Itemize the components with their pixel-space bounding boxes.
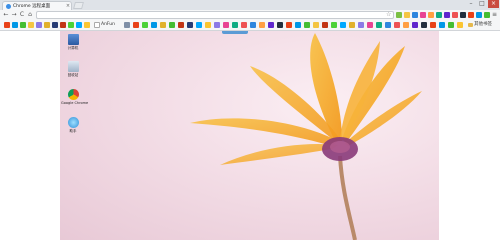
- bookmark-icon[interactable]: [412, 22, 418, 28]
- bookmark-icon[interactable]: [349, 22, 355, 28]
- app-icon: [67, 117, 79, 128]
- bookmark-icon[interactable]: [169, 22, 175, 28]
- extension-icon[interactable]: [412, 12, 418, 18]
- extension-icon[interactable]: [396, 12, 402, 18]
- forward-button[interactable]: →: [10, 11, 18, 19]
- tab-title: Chrome 远程桌面: [13, 4, 51, 9]
- bookmark-icon[interactable]: [28, 22, 34, 28]
- bookmark-icon[interactable]: [4, 22, 10, 28]
- bookmark-icon[interactable]: [286, 22, 292, 28]
- bookmark-icon[interactable]: [44, 22, 50, 28]
- bookmark-icon[interactable]: [394, 22, 400, 28]
- bookmark-icon[interactable]: [403, 22, 409, 28]
- bookmark-icon[interactable]: [421, 22, 427, 28]
- bookmark-icon[interactable]: [457, 22, 463, 28]
- desktop-icon-computer[interactable]: 计算机: [61, 34, 85, 51]
- extension-icon[interactable]: [460, 12, 466, 18]
- minimize-button[interactable]: –: [466, 0, 476, 8]
- bookmark-icon[interactable]: [295, 22, 301, 28]
- bookmark-icon[interactable]: [160, 22, 166, 28]
- bookmark-icon[interactable]: [232, 22, 238, 28]
- bookmark-icon[interactable]: [367, 22, 373, 28]
- bookmark-icon[interactable]: [304, 22, 310, 28]
- extension-icon[interactable]: [420, 12, 426, 18]
- back-button[interactable]: ←: [2, 11, 10, 19]
- desktop-icon-label: 回收站: [67, 73, 79, 77]
- bookmark-icon[interactable]: [151, 22, 157, 28]
- recycle-bin-icon: [67, 61, 79, 72]
- chrome-menu-icon[interactable]: ≡: [492, 11, 497, 19]
- bookmark-icon[interactable]: [268, 22, 274, 28]
- home-button[interactable]: ⌂: [26, 11, 34, 19]
- bookmark-icon[interactable]: [277, 22, 283, 28]
- desktop-icon-label: 助手: [69, 129, 77, 133]
- browser-tab[interactable]: Chrome 远程桌面 ×: [2, 1, 72, 10]
- extension-icon[interactable]: [444, 12, 450, 18]
- bookmark-icon[interactable]: [376, 22, 382, 28]
- desktop-icon-app[interactable]: 助手: [61, 117, 85, 134]
- bookmark-icon[interactable]: [52, 22, 58, 28]
- bookmark-anfun[interactable]: AnFun: [101, 21, 115, 29]
- desktop-icon-label: 计算机: [67, 46, 79, 50]
- bookmark-icon[interactable]: [68, 22, 74, 28]
- bookmark-icon[interactable]: [241, 22, 247, 28]
- extension-icon[interactable]: [452, 12, 458, 18]
- bookmark-icon[interactable]: [133, 22, 139, 28]
- bookmark-icon[interactable]: [60, 22, 66, 28]
- remote-desktop-view[interactable]: 计算机 回收站 Google Chrome 助手: [60, 31, 439, 240]
- extension-icon[interactable]: [476, 12, 482, 18]
- bookmark-icon[interactable]: [214, 22, 220, 28]
- desktop-icon-label: Google Chrome: [61, 101, 89, 105]
- page-icon[interactable]: [94, 22, 100, 28]
- extension-icon[interactable]: [428, 12, 434, 18]
- bookmark-icon[interactable]: [36, 22, 42, 28]
- address-bar[interactable]: [36, 11, 394, 19]
- bookmark-icon[interactable]: [84, 22, 90, 28]
- bookmark-icon[interactable]: [178, 22, 184, 28]
- bookmark-icon[interactable]: [205, 22, 211, 28]
- bookmark-icon[interactable]: [331, 22, 337, 28]
- desktop-icon-chrome[interactable]: Google Chrome: [61, 89, 89, 105]
- folder-icon: [468, 23, 473, 27]
- close-window-button[interactable]: ×: [488, 0, 499, 8]
- bookmark-star-icon[interactable]: ☆: [386, 11, 391, 19]
- bookmark-icon[interactable]: [142, 22, 148, 28]
- bookmark-icon[interactable]: [313, 22, 319, 28]
- chrome-icon: [67, 89, 79, 100]
- bookmark-icon[interactable]: [385, 22, 391, 28]
- bookmark-icon[interactable]: [448, 22, 454, 28]
- remote-session-toolbar-tab[interactable]: [222, 31, 248, 34]
- maximize-button[interactable]: □: [477, 0, 487, 8]
- bookmark-icon[interactable]: [358, 22, 364, 28]
- bookmark-icon[interactable]: [76, 22, 82, 28]
- flower-wallpaper: [190, 33, 422, 240]
- bookmark-icon[interactable]: [259, 22, 265, 28]
- bookmark-icon[interactable]: [124, 22, 130, 28]
- extension-icon[interactable]: [404, 12, 410, 18]
- bookmark-icon[interactable]: [439, 22, 445, 28]
- reload-button[interactable]: C: [18, 11, 26, 19]
- extension-icon[interactable]: [484, 12, 490, 18]
- bookmark-icon[interactable]: [322, 22, 328, 28]
- new-tab-button[interactable]: [73, 2, 84, 9]
- chrome-remote-desktop-icon: [6, 3, 11, 9]
- close-tab-icon[interactable]: ×: [65, 3, 71, 9]
- other-bookmarks-button[interactable]: 其他书签: [474, 21, 492, 29]
- extension-icon[interactable]: [468, 12, 474, 18]
- desktop-icon-recycle-bin[interactable]: 回收站: [61, 61, 85, 78]
- extension-icon[interactable]: [436, 12, 442, 18]
- bookmark-icon[interactable]: [250, 22, 256, 28]
- bookmark-icon[interactable]: [196, 22, 202, 28]
- bookmark-icon[interactable]: [187, 22, 193, 28]
- computer-icon: [67, 34, 79, 45]
- bookmark-icon[interactable]: [430, 22, 436, 28]
- bookmark-icon[interactable]: [12, 22, 18, 28]
- bookmark-icon[interactable]: [340, 22, 346, 28]
- bookmark-icon[interactable]: [223, 22, 229, 28]
- bookmark-icon[interactable]: [20, 22, 26, 28]
